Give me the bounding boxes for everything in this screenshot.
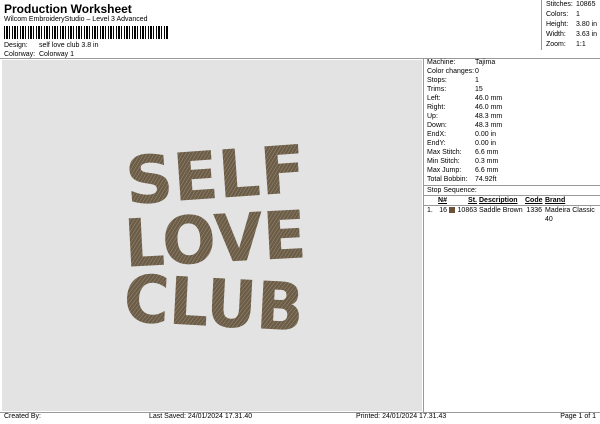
info-label: Right:	[427, 104, 446, 111]
design-text-line-club: CLUB	[122, 260, 306, 346]
info-label: Max Stitch:	[427, 149, 462, 156]
info-label: Min Stitch:	[427, 158, 460, 165]
info-value: 0	[475, 68, 479, 75]
barcode	[4, 26, 168, 39]
row-code: 1336	[526, 207, 542, 214]
stats-box: Stitches: 10865 Colors: 1 Height: 3.80 in W…	[541, 0, 600, 50]
stats-row: Stitches: 10865	[542, 0, 600, 10]
row-swatch-cell	[449, 206, 456, 215]
info-label: Machine:	[427, 59, 456, 66]
stat-label: Width:	[546, 31, 566, 38]
col-index	[424, 196, 437, 205]
last-saved: Last Saved: 24/01/2024 17.31.40	[149, 413, 253, 420]
info-row: Down: 48.3 mm	[424, 121, 600, 130]
info-label: Stops:	[427, 77, 447, 84]
row-description: Saddle Brown	[479, 207, 523, 214]
stats-row: Zoom: 1:1	[542, 40, 600, 50]
info-value: 15	[475, 86, 483, 93]
colorway-value: Colorway 1	[38, 51, 74, 58]
col-n: N#	[438, 197, 447, 204]
page-title: Production Worksheet	[4, 2, 132, 16]
stat-label: Colors:	[546, 11, 569, 18]
col-code: Code	[525, 197, 543, 204]
colorway-row: Colorway: Colorway 1	[4, 51, 74, 58]
software-name: Wilcom EmbroideryStudio – Level 3 Advanc…	[4, 16, 148, 23]
machine-info: Machine: Tajima Color changes:0 Stops: 1 T…	[424, 58, 600, 223]
info-value: 0.00 in	[475, 140, 497, 147]
row-n: 16	[439, 207, 447, 214]
info-row: Max Stitch: 6.6 mm	[424, 148, 600, 157]
stat-value: 1:1	[576, 41, 586, 48]
info-value: Tajima	[475, 59, 496, 66]
info-row: Total Bobbin: 74.92ft	[424, 175, 600, 184]
info-label: Left:	[427, 95, 441, 102]
table-row: 1. 16 10863 Saddle Brown 1336 Madeira Cl…	[424, 206, 600, 223]
info-row: Min Stitch: 0.3 mm	[424, 157, 600, 166]
design-row: Design: self love club 3.8 in	[4, 42, 99, 49]
info-label: Down:	[427, 122, 447, 129]
sequence-header: N# St. Description Code Brand	[424, 195, 600, 206]
stop-sequence-title: Stop Sequence:	[424, 185, 600, 195]
info-label: Max Jump:	[427, 167, 462, 174]
info-value: 74.92ft	[475, 176, 497, 183]
col-brand: Brand	[545, 197, 566, 204]
info-row: Machine: Tajima	[424, 58, 600, 67]
info-label: Total Bobbin:	[427, 176, 468, 183]
footer-divider	[0, 412, 600, 413]
info-value: 6.6 mm	[475, 167, 499, 174]
stat-label: Zoom:	[546, 41, 566, 48]
info-row: EndY: 0.00 in	[424, 139, 600, 148]
design-preview: SELF LOVE CLUB	[2, 60, 422, 411]
row-brand: Madeira Classic 40	[545, 207, 595, 223]
info-row: Up: 48.3 mm	[424, 112, 600, 121]
info-row: Right: 46.0 mm	[424, 103, 600, 112]
design-label: Design:	[4, 42, 28, 49]
info-row: Color changes:0	[424, 67, 600, 76]
info-value: 6.6 mm	[475, 149, 499, 156]
stat-value: 1	[576, 11, 580, 18]
info-row: Max Jump: 6.6 mm	[424, 166, 600, 175]
color-swatch	[449, 207, 455, 213]
stats-row: Colors: 1	[542, 10, 600, 20]
row-st: 10863	[457, 207, 477, 214]
info-label: EndX:	[427, 131, 447, 138]
col-st: St.	[468, 197, 477, 204]
info-value: 48.3 mm	[475, 113, 503, 120]
info-row: EndX: 0.00 in	[424, 130, 600, 139]
info-value: 46.0 mm	[475, 104, 503, 111]
printed-date: Printed: 24/01/2024 17.31.43	[356, 413, 447, 420]
stats-row: Width: 3.63 in	[542, 30, 600, 40]
row-index: 1.	[427, 207, 433, 214]
info-value: 46.0 mm	[475, 95, 503, 102]
stat-label: Stitches:	[546, 1, 573, 8]
stat-label: Height:	[546, 21, 569, 28]
info-value: 0.00 in	[475, 131, 497, 138]
info-row: Stops: 1	[424, 76, 600, 85]
info-label: Color changes:	[427, 68, 475, 75]
design-value: self love club 3.8 in	[38, 42, 99, 49]
info-row: Trims: 15	[424, 85, 600, 94]
created-by: Created By:	[4, 413, 41, 420]
info-label: Up:	[427, 113, 438, 120]
info-value: 1	[475, 77, 479, 84]
info-label: Trims:	[427, 86, 447, 93]
col-swatch	[449, 196, 456, 205]
info-value: 0.3 mm	[475, 158, 499, 165]
info-value: 48.3 mm	[475, 122, 503, 129]
col-description: Description	[479, 197, 518, 204]
colorway-label: Colorway:	[4, 51, 36, 58]
info-label: EndY:	[427, 140, 446, 147]
page-number: Page 1 of 1	[560, 413, 596, 420]
embroidery-design-image: SELF LOVE CLUB	[122, 131, 308, 347]
stat-value: 3.63 in	[576, 31, 598, 38]
stats-row: Height: 3.80 in	[542, 20, 600, 30]
stat-value: 3.80 in	[576, 21, 598, 28]
stat-value: 10865	[576, 1, 596, 8]
info-row: Left: 46.0 mm	[424, 94, 600, 103]
